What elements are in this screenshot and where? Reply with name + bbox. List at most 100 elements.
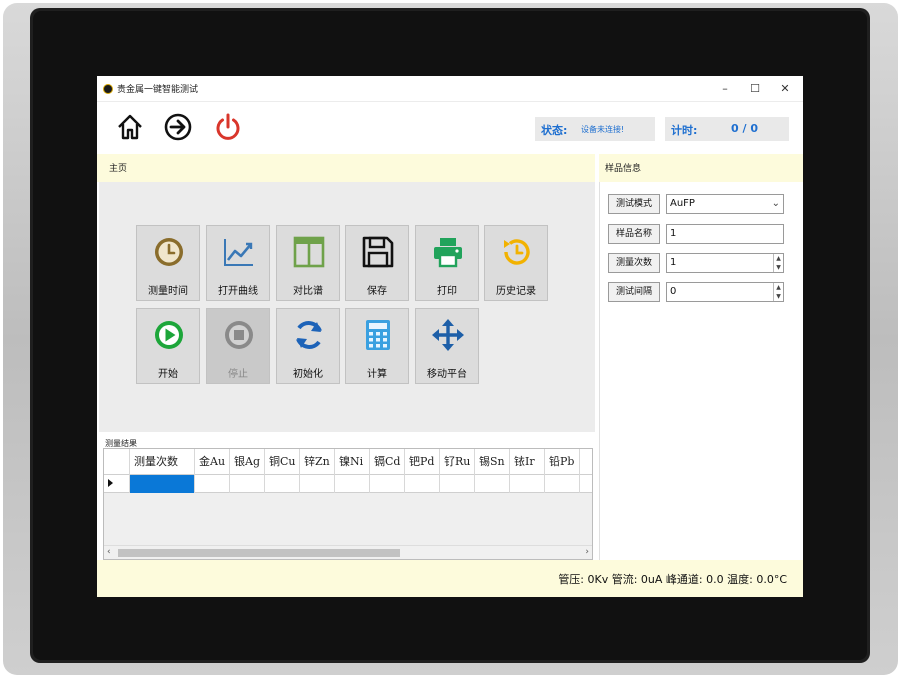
scrollbar-thumb[interactable] (118, 549, 400, 557)
horizontal-scrollbar[interactable]: ‹ › (104, 545, 592, 559)
results-table[interactable]: 测量次数 金Au 银Ag 铜Cu 锌Zn 镍Ni 镉Cd 钯Pd 钌Ru 锡Sn… (103, 448, 593, 560)
save-label: 保存 (367, 286, 387, 297)
measure-count-label: 测量次数 (608, 253, 660, 273)
scroll-left-icon[interactable]: ‹ (107, 547, 111, 557)
move-icon (432, 319, 464, 351)
table-cell[interactable] (335, 475, 370, 493)
column-header[interactable]: 铅Pb (545, 449, 580, 475)
power-icon[interactable] (213, 112, 243, 142)
column-header[interactable]: 测量次数 (130, 449, 195, 475)
measure-time-button[interactable]: 测量时间 (136, 225, 200, 301)
table-cell[interactable] (195, 475, 230, 493)
start-label: 开始 (158, 369, 178, 380)
maximize-button[interactable]: ☐ (741, 79, 769, 99)
table-cell[interactable] (230, 475, 265, 493)
table-row[interactable] (104, 475, 592, 493)
title-bar: 贵金属一键智能测试 – ☐ ✕ (97, 76, 803, 102)
column-header[interactable]: 钌Ru (440, 449, 475, 475)
status-value: 设备未连接! (581, 125, 625, 134)
table-cell[interactable] (405, 475, 440, 493)
current-row-icon (108, 479, 113, 487)
test-mode-value: AuFP (670, 198, 695, 209)
initialize-button[interactable]: 初始化 (276, 308, 340, 384)
initialize-label: 初始化 (293, 369, 323, 380)
open-curve-button[interactable]: 打开曲线 (206, 225, 270, 301)
table-cell[interactable] (370, 475, 405, 493)
move-platform-button[interactable]: 移动平台 (415, 308, 479, 384)
test-mode-select[interactable]: AuFP ⌄ (666, 194, 784, 214)
split-panel-icon (293, 236, 325, 268)
table-cell[interactable] (300, 475, 335, 493)
sample-info-panel: 测试模式 AuFP ⌄ 样品名称 1 测量次数 1 ▲ ▼ 测试间隔 0 ▲ ▼ (599, 182, 803, 560)
home-icon[interactable] (115, 112, 145, 142)
minimize-button[interactable]: – (711, 79, 739, 99)
status-box: 状态: 设备未连接! (535, 117, 655, 141)
table-cell[interactable] (545, 475, 580, 493)
home-title: 主页 (109, 164, 128, 174)
spin-arrows-icon[interactable]: ▲ ▼ (773, 254, 783, 272)
calculate-label: 计算 (367, 369, 387, 380)
clock-icon (155, 238, 183, 266)
compare-spectrum-button[interactable]: 对比谱 (276, 225, 340, 301)
line-chart-icon (224, 239, 253, 266)
test-mode-label: 测试模式 (608, 194, 660, 214)
column-header[interactable]: 镍Ni (335, 449, 370, 475)
table-cell[interactable] (440, 475, 475, 493)
results-table-header: 测量次数 金Au 银Ag 铜Cu 锌Zn 镍Ni 镉Cd 钯Pd 钌Ru 锡Sn… (104, 449, 592, 475)
chevron-down-icon: ⌄ (771, 198, 780, 209)
history-button[interactable]: 历史记录 (484, 225, 548, 301)
sample-name-input[interactable]: 1 (666, 224, 784, 244)
scroll-right-icon[interactable]: › (585, 547, 589, 557)
sample-title: 样品信息 (605, 164, 642, 174)
table-cell[interactable] (510, 475, 545, 493)
save-button[interactable]: 保存 (345, 225, 409, 301)
calculator-icon (366, 320, 390, 350)
spin-arrows-icon[interactable]: ▲ ▼ (773, 283, 783, 301)
status-bar-text: 管压: 0Kv 管流: 0uA 峰通道: 0.0 温度: 0.0°C (558, 573, 787, 586)
column-header[interactable]: 锌Zn (300, 449, 335, 475)
home-header: 主页 (97, 154, 595, 182)
history-icon (504, 239, 530, 265)
table-cell[interactable] (475, 475, 510, 493)
column-header[interactable]: 铜Cu (265, 449, 300, 475)
test-interval-value: 0 (670, 286, 677, 297)
printer-icon (434, 238, 462, 268)
stop-button[interactable]: 停止 (206, 308, 270, 384)
stop-icon (225, 321, 253, 349)
compare-spectrum-label: 对比谱 (293, 286, 323, 297)
start-button[interactable]: 开始 (136, 308, 200, 384)
column-header[interactable]: 金Au (195, 449, 230, 475)
row-header-corner (104, 449, 130, 475)
floppy-disk-icon (362, 236, 394, 268)
app-logo-icon (103, 84, 113, 94)
refresh-icon (296, 321, 322, 349)
close-button[interactable]: ✕ (771, 79, 799, 99)
measure-count-stepper[interactable]: 1 ▲ ▼ (666, 253, 784, 273)
print-button[interactable]: 打印 (415, 225, 479, 301)
function-panel: 测量时间 打开曲线 对比谱 保存 打印 历史记录 开始 停止 初始化 计算 移动… (99, 182, 595, 432)
window-title: 贵金属一键智能测试 (117, 85, 199, 95)
move-platform-label: 移动平台 (427, 369, 467, 380)
column-header[interactable]: 钯Pd (405, 449, 440, 475)
timer-box: 计时: 0 / 0 (665, 117, 789, 141)
column-header[interactable]: 铱Ir (510, 449, 545, 475)
test-interval-label: 测试间隔 (608, 282, 660, 302)
table-cell[interactable] (265, 475, 300, 493)
column-header[interactable]: 镉Cd (370, 449, 405, 475)
timer-value: 0 / 0 (731, 122, 758, 135)
sample-header: 样品信息 (599, 154, 803, 182)
table-cell[interactable] (130, 475, 195, 493)
history-label: 历史记录 (496, 286, 536, 297)
column-header[interactable]: 锡Sn (475, 449, 510, 475)
toolbar: 状态: 设备未连接! 计时: 0 / 0 (97, 102, 803, 154)
timer-label: 计时: (671, 124, 698, 137)
play-icon (155, 321, 183, 349)
calculate-button[interactable]: 计算 (345, 308, 409, 384)
arrow-right-circle-icon[interactable] (163, 112, 193, 142)
measure-time-label: 测量时间 (148, 286, 188, 297)
column-header[interactable]: 银Ag (230, 449, 265, 475)
test-interval-stepper[interactable]: 0 ▲ ▼ (666, 282, 784, 302)
status-label: 状态: (541, 124, 568, 137)
print-label: 打印 (437, 286, 457, 297)
status-bar: 管压: 0Kv 管流: 0uA 峰通道: 0.0 温度: 0.0°C (97, 560, 803, 597)
